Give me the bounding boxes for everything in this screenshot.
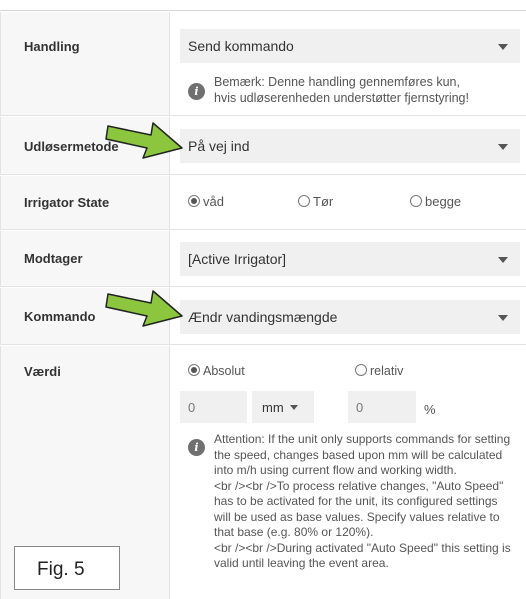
kommando-select-value: Ændr vandingsmængde	[188, 309, 338, 325]
udloesermetode-select[interactable]: På vej ind	[180, 129, 520, 163]
chevron-down-icon	[289, 405, 298, 410]
udloesermetode-label: Udløsermetode	[24, 139, 119, 154]
note-line: Attention: If the unit only supports com…	[214, 432, 511, 446]
handling-label: Handling	[24, 39, 80, 54]
radio-unchecked-icon	[298, 195, 310, 207]
row-handling: Handling Send kommando i Bemærk: Denne h…	[0, 12, 526, 116]
info-icon: i	[188, 83, 205, 100]
vaerdi-label: Værdi	[24, 364, 61, 379]
absolute-value: 0	[188, 400, 196, 415]
radio-relativ-label: relativ	[370, 364, 404, 378]
info-icon: i	[188, 439, 205, 456]
annotation-arrow-kommando	[105, 290, 183, 327]
row-kommando: Kommando Ændr vandingsmængde	[0, 288, 526, 345]
kommando-select[interactable]: Ændr vandingsmængde	[180, 300, 520, 334]
radio-absolut-label: Absolut	[203, 364, 245, 378]
modtager-select-value: [Active Irrigator]	[188, 251, 287, 267]
row-udloesermetode: Udløsermetode På vej ind	[0, 117, 526, 175]
handling-select[interactable]: Send kommando	[180, 29, 520, 63]
annotation-arrow-udloesermetode	[105, 122, 183, 159]
radio-unchecked-icon	[410, 195, 422, 207]
row-border	[0, 176, 1, 229]
absolute-value-input[interactable]: 0	[180, 391, 247, 423]
chevron-down-icon	[498, 44, 508, 50]
radio-toer-label: Tør	[313, 194, 334, 209]
udloesermetode-select-value: På vej ind	[188, 138, 250, 154]
handling-select-value: Send kommando	[188, 38, 294, 54]
label-column	[0, 12, 170, 115]
figure-label-text: Fig. 5	[37, 559, 85, 580]
handling-note: Bemærk: Denne handling gennemføres kun, …	[214, 75, 469, 105]
note-line: has to be activated for the unit, its co…	[214, 494, 498, 508]
chevron-down-icon	[498, 257, 508, 263]
radio-toer[interactable]: Tør	[298, 194, 333, 209]
note-line: the speed, changes based upon mm will be…	[214, 447, 503, 462]
unit-select[interactable]: mm	[252, 391, 314, 423]
radio-vaad[interactable]: våd	[188, 194, 224, 209]
modtager-select[interactable]: [Active Irrigator]	[180, 242, 520, 276]
note-line: will be used as base values. Specify val…	[214, 509, 500, 524]
row-border	[0, 346, 1, 599]
radio-relativ[interactable]: relativ	[355, 364, 403, 378]
note-line: into m/h using current flow and working …	[214, 463, 457, 477]
figure-label: Fig. 5	[14, 546, 120, 590]
irrigator-state-label: Irrigator State	[24, 195, 110, 210]
radio-begge-label: begge	[425, 194, 462, 209]
radio-absolut[interactable]: Absolut	[188, 364, 245, 378]
unit-value: mm	[262, 400, 284, 415]
row-border	[0, 117, 1, 174]
radio-checked-icon	[188, 364, 200, 376]
relative-value-input[interactable]: 0	[348, 391, 416, 423]
kommando-label: Kommando	[24, 309, 96, 324]
radio-checked-icon	[188, 195, 200, 207]
note-line: <br /><br />During activated "Auto Speed…	[214, 540, 511, 555]
note-line: valid until leaving the event area.	[214, 556, 389, 570]
note-line: <br /><br />To process relative changes,…	[214, 478, 504, 493]
row-irrigator-state: Irrigator State våd Tør begge	[0, 176, 526, 230]
radio-unchecked-icon	[355, 364, 367, 376]
radio-vaad-label: våd	[203, 194, 224, 209]
modtager-label: Modtager	[24, 251, 83, 266]
radio-begge[interactable]: begge	[410, 194, 461, 209]
percent-unit: %	[424, 402, 436, 417]
top-edge	[0, 0, 526, 11]
row-modtager: Modtager [Active Irrigator]	[0, 231, 526, 287]
chevron-down-icon	[498, 144, 508, 150]
vaerdi-note: Attention: If the unit only supports com…	[214, 432, 519, 572]
note-line: that base (e.g. 80% or 120%).	[214, 525, 374, 539]
chevron-down-icon	[498, 315, 508, 321]
relative-value: 0	[356, 400, 364, 415]
row-border	[0, 288, 1, 344]
row-border	[0, 231, 1, 286]
row-border	[0, 12, 1, 115]
